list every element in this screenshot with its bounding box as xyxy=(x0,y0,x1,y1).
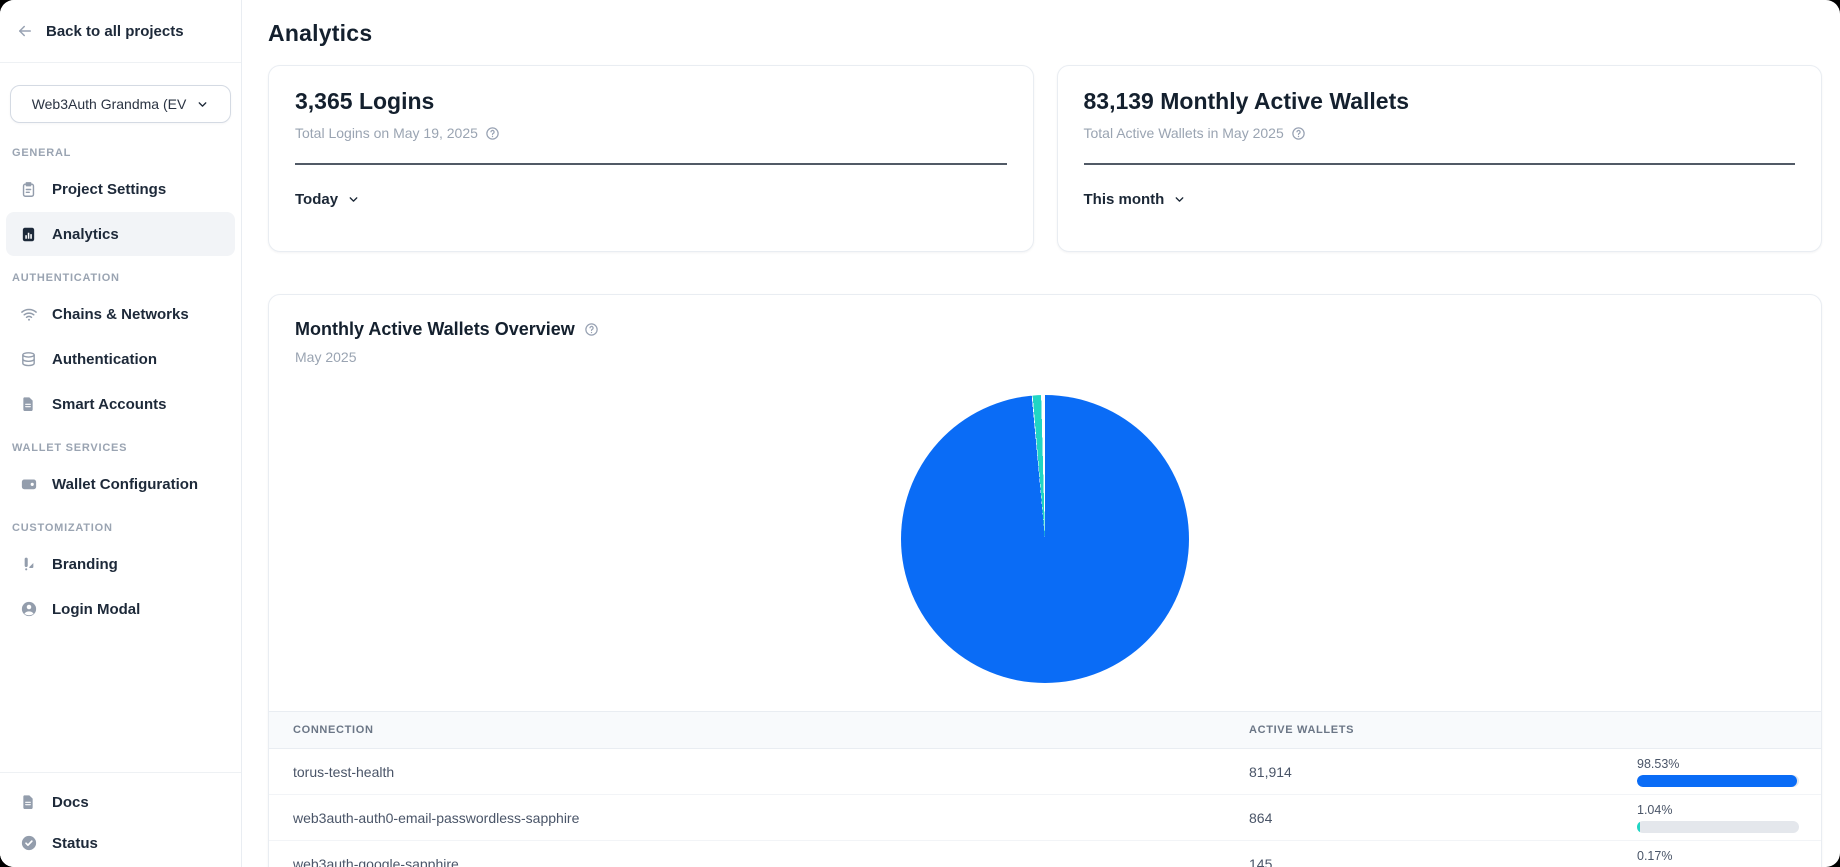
wallets-cell: 864 xyxy=(1249,810,1637,826)
wallets-cell: 81,914 xyxy=(1249,764,1637,780)
table-row: web3auth-auth0-email-passwordless-sapphi… xyxy=(269,795,1821,841)
paintbrush-icon xyxy=(20,555,38,573)
connection-cell: web3auth-google-sapphire xyxy=(293,856,1249,867)
connection-cell: web3auth-auth0-email-passwordless-sapphi… xyxy=(293,810,1249,826)
percent-bar-fill xyxy=(1637,821,1640,833)
section-label-authentication: AUTHENTICATION xyxy=(12,272,229,284)
sidebar-item-wallet-configuration[interactable]: Wallet Configuration xyxy=(6,462,235,506)
active-wallets-card: 83,139 Monthly Active Wallets Total Acti… xyxy=(1057,65,1823,252)
overview-subtitle: May 2025 xyxy=(295,349,1795,365)
sidebar-item-login-modal[interactable]: Login Modal xyxy=(6,587,235,631)
project-selector-value: Web3Auth Grandma (EV xyxy=(32,96,187,112)
arrow-left-icon xyxy=(16,22,34,40)
section-label-wallet-services: WALLET SERVICES xyxy=(12,442,229,454)
table-header: CONNECTION ACTIVE WALLETS xyxy=(269,711,1821,749)
sidebar-item-label: Login Modal xyxy=(52,601,140,618)
sidebar-item-label: Authentication xyxy=(52,351,157,368)
sidebar-item-label: Chains & Networks xyxy=(52,306,189,323)
sidebar-item-label: Project Settings xyxy=(52,181,166,198)
column-header-connection: CONNECTION xyxy=(293,724,1249,736)
logins-card-title: 3,365 Logins xyxy=(295,88,1007,115)
percent-bar-track xyxy=(1637,821,1799,833)
column-header-active-wallets: ACTIVE WALLETS xyxy=(1249,724,1637,736)
database-icon xyxy=(20,350,38,368)
sidebar-item-smart-accounts[interactable]: Smart Accounts xyxy=(6,382,235,426)
active-wallets-card-subtitle: Total Active Wallets in May 2025 xyxy=(1084,125,1284,141)
wallet-icon xyxy=(20,475,38,493)
back-to-projects-link[interactable]: Back to all projects xyxy=(0,0,241,63)
logins-range-value: Today xyxy=(295,191,338,208)
back-label: Back to all projects xyxy=(46,23,184,40)
wallets-overview-card: Monthly Active Wallets Overview May 2025… xyxy=(268,294,1822,867)
sidebar-item-chains-networks[interactable]: Chains & Networks xyxy=(6,292,235,336)
sidebar-item-status[interactable]: Status xyxy=(6,823,235,863)
wallets-cell: 145 xyxy=(1249,856,1637,867)
sidebar-item-label: Smart Accounts xyxy=(52,396,166,413)
main-content: Analytics 3,365 Logins Total Logins on M… xyxy=(242,0,1840,867)
percent-cell: 98.53% xyxy=(1637,757,1799,787)
table-row: web3auth-google-sapphire 145 0.17% xyxy=(269,841,1821,867)
percent-bar-fill xyxy=(1637,775,1797,787)
chevron-down-icon xyxy=(1173,193,1186,206)
sidebar-item-label: Status xyxy=(52,835,98,852)
sidebar-item-docs[interactable]: Docs xyxy=(6,782,235,822)
logins-range-dropdown[interactable]: Today xyxy=(295,191,360,208)
help-icon[interactable] xyxy=(1291,126,1306,141)
percent-cell: 1.04% xyxy=(1637,803,1799,833)
percent-label: 98.53% xyxy=(1637,757,1799,771)
stat-cards-row: 3,365 Logins Total Logins on May 19, 202… xyxy=(268,65,1822,252)
help-icon[interactable] xyxy=(584,322,599,337)
sidebar-item-label: Branding xyxy=(52,556,118,573)
connection-cell: torus-test-health xyxy=(293,764,1249,780)
project-selector-dropdown[interactable]: Web3Auth Grandma (EV xyxy=(10,85,231,123)
section-label-general: GENERAL xyxy=(12,147,229,159)
sidebar-item-label: Docs xyxy=(52,794,89,811)
percent-cell: 0.17% xyxy=(1637,849,1799,867)
sidebar-item-project-settings[interactable]: Project Settings xyxy=(6,167,235,211)
active-wallets-range-dropdown[interactable]: This month xyxy=(1084,191,1187,208)
overview-title: Monthly Active Wallets Overview xyxy=(295,319,575,340)
maw-pie-chart xyxy=(901,395,1189,683)
help-icon[interactable] xyxy=(485,126,500,141)
clipboard-icon xyxy=(20,180,38,198)
active-wallets-range-value: This month xyxy=(1084,191,1165,208)
section-label-customization: CUSTOMIZATION xyxy=(12,522,229,534)
chevron-down-icon xyxy=(347,193,360,206)
sidebar-item-branding[interactable]: Branding xyxy=(6,542,235,586)
wifi-icon xyxy=(20,305,38,323)
sidebar-footer: Docs Status xyxy=(0,772,241,867)
check-circle-icon xyxy=(20,834,38,852)
page-title: Analytics xyxy=(268,20,1822,47)
document-icon xyxy=(20,395,38,413)
card-divider xyxy=(1084,163,1796,165)
sidebar-item-label: Wallet Configuration xyxy=(52,476,198,493)
percent-label: 0.17% xyxy=(1637,849,1799,863)
active-wallets-card-title: 83,139 Monthly Active Wallets xyxy=(1084,88,1796,115)
percent-label: 1.04% xyxy=(1637,803,1799,817)
sidebar-item-label: Analytics xyxy=(52,226,119,243)
logins-card-subtitle: Total Logins on May 19, 2025 xyxy=(295,125,478,141)
chevron-down-icon xyxy=(196,98,209,111)
sidebar-item-authentication[interactable]: Authentication xyxy=(6,337,235,381)
card-divider xyxy=(295,163,1007,165)
app-window: Back to all projects Web3Auth Grandma (E… xyxy=(0,0,1840,867)
document-icon xyxy=(20,793,38,811)
user-circle-icon xyxy=(20,600,38,618)
sidebar: Back to all projects Web3Auth Grandma (E… xyxy=(0,0,242,867)
sidebar-item-analytics[interactable]: Analytics xyxy=(6,212,235,256)
table-row: torus-test-health 81,914 98.53% xyxy=(269,749,1821,795)
bar-chart-icon xyxy=(20,225,38,243)
logins-card: 3,365 Logins Total Logins on May 19, 202… xyxy=(268,65,1034,252)
percent-bar-track xyxy=(1637,775,1799,787)
